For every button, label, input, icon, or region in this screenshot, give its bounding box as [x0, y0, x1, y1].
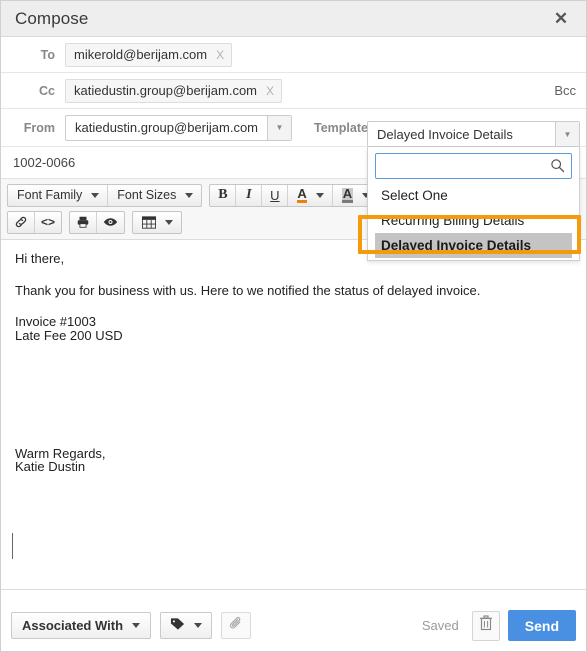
to-row: To mikerold@berijam.com X	[1, 37, 586, 73]
associated-with-label: Associated With	[22, 618, 124, 633]
chevron-down-icon	[132, 623, 141, 628]
chevron-down-icon	[91, 192, 100, 198]
body-line-signature: Katie Dustin	[15, 459, 86, 475]
body-line-signoff: Warm Regards,	[15, 445, 106, 461]
page-title: Compose	[15, 8, 89, 28]
template-label: Template	[314, 120, 368, 135]
font-family-select[interactable]: Font Family	[8, 184, 109, 206]
send-label: Send	[524, 617, 559, 634]
paperclip-icon	[229, 616, 244, 635]
chevron-down-icon[interactable]: ▼	[555, 122, 579, 146]
underline-icon: U	[270, 187, 280, 203]
link-icon[interactable]	[8, 211, 35, 233]
print-icon[interactable]	[70, 211, 98, 233]
italic-button[interactable]: I	[236, 184, 263, 206]
tag-button[interactable]	[160, 612, 213, 639]
trash-icon	[479, 615, 493, 636]
italic-icon: I	[246, 187, 252, 202]
attach-button[interactable]	[221, 612, 252, 639]
to-chip[interactable]: mikerold@berijam.com X	[65, 42, 233, 67]
font-family-label: Font Family	[17, 188, 83, 202]
bcc-toggle[interactable]: Bcc	[554, 83, 576, 98]
associated-with-button[interactable]: Associated With	[11, 612, 152, 639]
cc-chip-remove-icon[interactable]: X	[266, 84, 274, 98]
chevron-down-icon[interactable]: ▼	[267, 115, 292, 140]
template-option-select-one[interactable]: Select One	[375, 183, 572, 208]
from-label: From	[23, 120, 55, 135]
chevron-down-icon	[185, 192, 194, 198]
from-select[interactable]: katiedustin.group@berijam.com ▼	[65, 114, 293, 141]
cc-chip[interactable]: katiedustin.group@berijam.com X	[65, 78, 283, 103]
template-search-input[interactable]	[376, 154, 571, 178]
send-button[interactable]: Send	[507, 610, 576, 641]
font-sizes-label: Font Sizes	[117, 188, 177, 202]
format-group: B I U A A	[209, 183, 380, 207]
body-line-intro: Thank you for business with us. Here to …	[15, 282, 481, 298]
underline-button[interactable]: U	[262, 184, 289, 206]
template-search-box[interactable]	[375, 153, 572, 179]
body-line-latefee: Late Fee 200 USD	[15, 327, 123, 343]
text-cursor	[12, 533, 13, 559]
output-group	[69, 210, 126, 234]
chevron-down-icon[interactable]	[315, 192, 324, 198]
body-line-invoice: Invoice #1003	[15, 314, 96, 330]
code-icon[interactable]: <>	[35, 212, 61, 233]
eye-icon[interactable]	[97, 212, 124, 233]
text-color-button[interactable]: A	[288, 184, 333, 206]
bold-icon: B	[218, 187, 228, 202]
cc-row: Cc katiedustin.group@berijam.com X Bcc	[1, 73, 586, 109]
cc-chip-value: katiedustin.group@berijam.com	[74, 83, 258, 98]
footer-toolbar: Associated With Saved Send	[1, 600, 586, 651]
highlight-color-icon: A	[341, 185, 354, 203]
search-icon	[550, 158, 565, 178]
from-select-value: katiedustin.group@berijam.com	[75, 120, 259, 135]
to-chip-value: mikerold@berijam.com	[74, 47, 208, 62]
message-body[interactable]: Hi there, Thank you for business with us…	[1, 240, 586, 590]
to-chip-remove-icon[interactable]: X	[216, 48, 224, 62]
tag-icon	[170, 617, 185, 634]
delete-button[interactable]	[471, 610, 500, 641]
template-select[interactable]: Delayed Invoice Details ▼	[367, 121, 580, 147]
font-size-select[interactable]: Font Sizes	[108, 185, 201, 206]
template-option-recurring-billing-details[interactable]: Recurring Billing Details	[375, 208, 572, 233]
chevron-down-icon	[194, 623, 203, 628]
template-dropdown: Delayed Invoice Details ▼ Select One Rec…	[367, 121, 580, 261]
cc-label: Cc	[39, 83, 55, 98]
template-select-value: Delayed Invoice Details	[377, 126, 513, 142]
titlebar: Compose ✕	[1, 1, 586, 37]
template-dropdown-panel: Select One Recurring Billing Details Del…	[367, 147, 580, 261]
close-icon[interactable]: ✕	[550, 8, 572, 30]
template-option-list: Select One Recurring Billing Details Del…	[375, 183, 572, 258]
bold-button[interactable]: B	[210, 184, 237, 206]
to-label: To	[40, 47, 55, 62]
table-group	[132, 210, 183, 234]
table-icon[interactable]	[133, 212, 181, 233]
subject-value: 1002-0066	[13, 155, 76, 170]
insert-group: <>	[7, 210, 63, 234]
saved-status: Saved	[421, 618, 459, 633]
compose-window: Compose ✕ To mikerold@berijam.com X Cc k…	[0, 0, 587, 652]
text-color-icon: A	[297, 185, 307, 203]
font-group: Font Family Font Sizes	[7, 183, 203, 207]
chevron-down-icon[interactable]	[165, 219, 174, 225]
template-option-delayed-invoice-details[interactable]: Delayed Invoice Details	[375, 233, 572, 258]
